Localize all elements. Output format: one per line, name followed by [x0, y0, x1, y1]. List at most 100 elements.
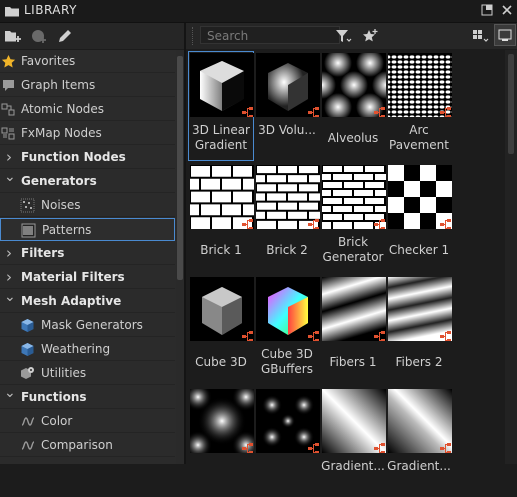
tile-thumbnail: [256, 389, 320, 453]
tile-thumbnail: [190, 165, 254, 229]
sidebar-item-mask-generators[interactable]: Mask Generators: [0, 314, 175, 337]
sidebar-item-function-nodes[interactable]: ›Function Nodes: [0, 146, 175, 169]
add-item-icon[interactable]: [30, 27, 48, 45]
tile-label: Gradient...: [318, 459, 388, 474]
tile-thumbnail: [388, 53, 452, 117]
tile-thumbnail: [256, 165, 320, 229]
sidebar-item-atomic-nodes[interactable]: Atomic Nodes: [0, 98, 175, 121]
graph-node-badge-icon: [241, 104, 254, 117]
graph-node-badge-icon: [307, 104, 320, 117]
chevron-right-icon[interactable]: ›: [6, 146, 12, 168]
add-folder-icon[interactable]: [4, 27, 22, 45]
favorite-star-add-icon[interactable]: [361, 27, 379, 45]
chevron-right-icon[interactable]: ›: [6, 266, 12, 288]
sidebar-item-color[interactable]: Color: [0, 410, 175, 433]
cube-gear-icon: [20, 366, 35, 381]
sidebar-item-graph-items[interactable]: Graph Items: [0, 74, 175, 97]
graph-node-badge-icon: [241, 216, 254, 229]
tile-label: Cube 3D GBuffers: [252, 347, 322, 377]
graph-node-badge-icon: [373, 328, 386, 341]
graph-node-badge-icon: [439, 328, 452, 341]
library-tile[interactable]: Fibers 2: [386, 275, 452, 385]
sidebar-item-functions[interactable]: ⌄Functions: [0, 386, 175, 409]
tile-thumbnail: [388, 277, 452, 341]
sidebar-item-filters[interactable]: › Filters: [0, 242, 175, 265]
filter-icon[interactable]: [334, 27, 352, 45]
folder-icon: [4, 5, 20, 18]
sidebar-item-label: Favorites: [21, 50, 75, 72]
library-tile[interactable]: Checker 1: [386, 163, 452, 273]
tile-label: Arc Pavement: [384, 123, 454, 153]
float-window-icon[interactable]: [481, 4, 493, 16]
library-tile[interactable]: [254, 387, 320, 497]
tile-label: Fibers 2: [384, 355, 454, 370]
tile-label: Brick Generator: [318, 235, 388, 265]
grid-view-icon[interactable]: [471, 27, 489, 45]
tile-thumbnail: [388, 389, 452, 453]
chevron-down-icon[interactable]: ⌄: [4, 286, 16, 308]
sidebar-item-label: Generators: [21, 170, 97, 192]
comment-icon: [1, 78, 16, 93]
preview-toggle-button[interactable]: [494, 24, 516, 46]
graph-node-badge-icon: [439, 440, 452, 453]
chevron-down-icon[interactable]: ⌄: [4, 166, 16, 188]
sidebar-item-comparison[interactable]: Comparison: [0, 434, 175, 457]
library-tile[interactable]: 3D Volu...: [254, 51, 320, 161]
preview-icon: [498, 28, 512, 42]
graph-node-badge-icon: [373, 216, 386, 229]
sidebar-item-label: Weathering: [41, 338, 110, 360]
grid-toolbar: Search: [186, 23, 517, 49]
library-tile[interactable]: 3D Linear Gradient: [188, 51, 254, 161]
tile-thumbnail: [190, 53, 254, 117]
library-tile[interactable]: Arc Pavement: [386, 51, 452, 161]
library-tile[interactable]: Brick 1: [188, 163, 254, 273]
sidebar-item-material-filters[interactable]: ›Material Filters: [0, 266, 175, 289]
tile-thumbnail: [190, 277, 254, 341]
library-tile[interactable]: Alveolus: [320, 51, 386, 161]
sidebar-item-fxmap-nodes[interactable]: FxMap Nodes: [0, 122, 175, 145]
chevron-down-icon[interactable]: ⌄: [4, 382, 16, 404]
close-icon[interactable]: [501, 4, 513, 16]
fxmap-icon: [1, 126, 16, 141]
tile-label: Fibers 1: [318, 355, 388, 370]
pattern-icon: [21, 223, 36, 238]
tile-label: 3D Linear Gradient: [186, 123, 256, 153]
graph-node-badge-icon: [241, 440, 254, 453]
sidebar-item-patterns[interactable]: Patterns: [0, 218, 175, 241]
function-icon: [20, 438, 35, 453]
library-tile[interactable]: [188, 387, 254, 497]
sidebar-item-label: FxMap Nodes: [21, 122, 102, 144]
library-tile[interactable]: Gradient...: [386, 387, 452, 497]
sidebar-item-noises[interactable]: Noises: [0, 194, 175, 217]
sidebar-item-label: Graph Items: [21, 74, 95, 96]
sidebar-item-label: Atomic Nodes: [21, 98, 104, 120]
graph-node-badge-icon: [373, 440, 386, 453]
search-input[interactable]: Search: [200, 26, 340, 44]
sidebar-item-weathering[interactable]: Weathering: [0, 338, 175, 361]
atomic-node-icon: [1, 102, 16, 117]
library-tile[interactable]: Cube 3D: [188, 275, 254, 385]
tile-label: Alveolus: [318, 131, 388, 146]
sidebar-item-utilities[interactable]: Utilities: [0, 362, 175, 385]
graph-node-badge-icon: [307, 328, 320, 341]
cube-icon: [20, 342, 35, 357]
chevron-right-icon[interactable]: ›: [6, 242, 12, 264]
sidebar-item-label: Functions: [21, 386, 87, 408]
library-tile[interactable]: Cube 3D GBuffers: [254, 275, 320, 385]
sidebar-item-label: Filters: [21, 242, 64, 264]
library-tile[interactable]: Brick Generator: [320, 163, 386, 273]
sidebar-item-mesh-adaptive[interactable]: ⌄Mesh Adaptive: [0, 290, 175, 313]
grid-scrollbar[interactable]: [505, 50, 517, 464]
library-tile[interactable]: Brick 2: [254, 163, 320, 273]
sidebar-item-label: Patterns: [42, 219, 91, 241]
tile-thumbnail: [256, 277, 320, 341]
graph-node-badge-icon: [307, 440, 320, 453]
library-tile[interactable]: Gradient...: [320, 387, 386, 497]
sidebar-scrollbar[interactable]: [176, 50, 184, 464]
edit-pencil-icon[interactable]: [56, 27, 74, 45]
sidebar-item-generators[interactable]: ⌄Generators: [0, 170, 175, 193]
window-title: LIBRARY: [24, 3, 77, 17]
sidebar-item-favorites[interactable]: Favorites: [0, 50, 175, 73]
sidebar-toolbar: [0, 23, 184, 49]
library-tile[interactable]: Fibers 1: [320, 275, 386, 385]
